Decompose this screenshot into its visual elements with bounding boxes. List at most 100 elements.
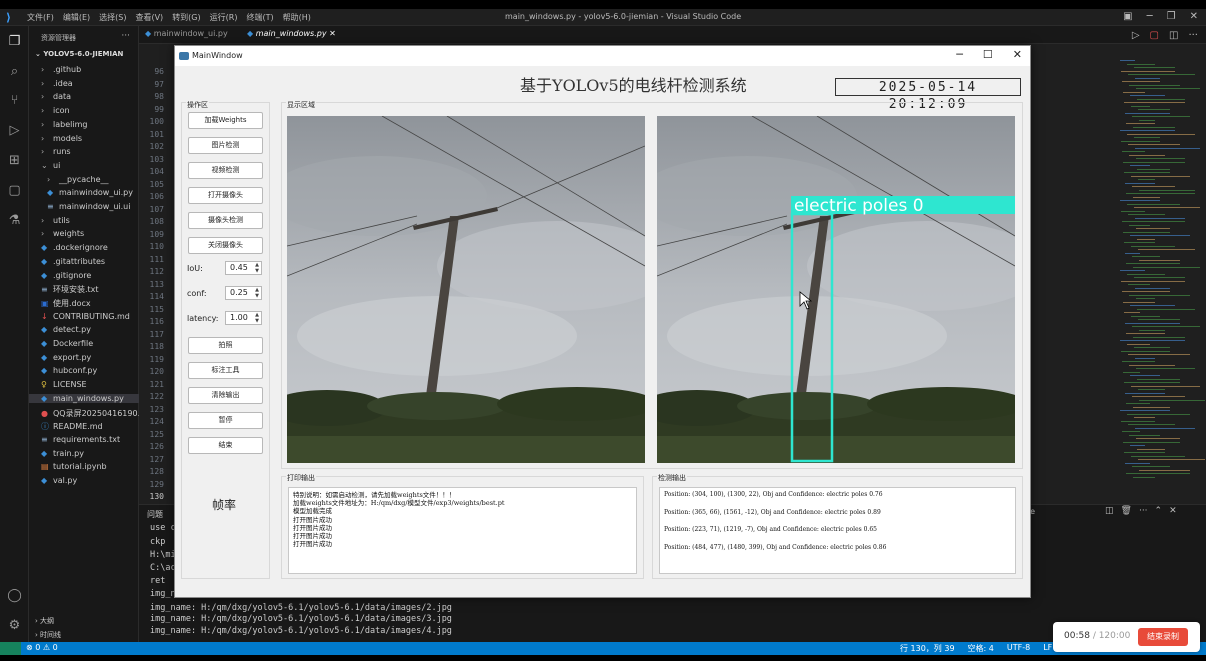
file-tree-item[interactable]: ◆ export.py (41, 353, 91, 362)
conf-spinbox[interactable]: 0.25 ▲ ▼ (225, 286, 262, 300)
detection-output-text[interactable]: Position: (304, 100), (1300, 22), Obj an… (659, 487, 1016, 574)
maximize-icon[interactable]: ☐ (983, 48, 993, 61)
minimize-icon[interactable]: ─ (956, 48, 963, 61)
latency-spinbox[interactable]: 1.00 ▲ ▼ (225, 311, 262, 325)
pause-button[interactable]: 暂停 (188, 412, 263, 429)
menu-item[interactable]: 编辑(E) (63, 12, 90, 23)
file-tree-item[interactable]: › .idea (41, 79, 73, 88)
file-tree-item[interactable]: › labelimg (41, 120, 87, 129)
camera-detect-button[interactable]: 摄像头检测 (188, 212, 263, 229)
file-tree-item[interactable]: ◆ hubconf.py (41, 366, 97, 375)
timeline-section[interactable]: › 时间线 (35, 630, 61, 640)
file-tree-item[interactable]: ▣ 使用.docx (41, 298, 91, 309)
layout-icon[interactable]: ▣ (1123, 11, 1132, 22)
file-tree-item[interactable]: ⓘ README.md (41, 421, 103, 432)
open-camera-button[interactable]: 打开摄像头 (188, 187, 263, 204)
file-tree-item[interactable]: › utils (41, 216, 70, 225)
clear-output-button[interactable]: 清除输出 (188, 387, 263, 404)
photo-button[interactable]: 拍照 (188, 337, 263, 354)
file-tree-item[interactable]: ≡ requirements.txt (41, 435, 120, 444)
menu-item[interactable]: 文件(F) (27, 12, 54, 23)
file-tree-item[interactable]: › __pycache__ (47, 175, 109, 184)
annotation-tool-button[interactable]: 标注工具 (188, 362, 263, 379)
file-tree-item[interactable]: › .github (41, 65, 81, 74)
file-tree-item[interactable]: › models (41, 134, 82, 143)
minimap-line (1123, 441, 1180, 443)
close-icon[interactable]: ✕ (1013, 48, 1022, 61)
status-item[interactable]: 行 130，列 39 (900, 643, 955, 654)
file-tree-item[interactable]: ◆ mainwindow_ui.py (47, 188, 133, 197)
menu-item[interactable]: 运行(R) (210, 12, 238, 23)
settings-gear-icon[interactable]: ⚙ (7, 618, 22, 633)
source-control-icon[interactable]: ⑂ (7, 93, 22, 108)
maximize-icon[interactable]: ❐ (1167, 11, 1176, 22)
file-tree-label: tutorial.ipynb (53, 462, 107, 472)
close-tab-icon[interactable]: ✕ (329, 29, 336, 38)
remote-icon[interactable]: ▢ (7, 183, 22, 198)
iou-spinbox[interactable]: 0.45 ▲ ▼ (225, 261, 262, 275)
chevron-up-icon[interactable]: ⌃ (1155, 506, 1163, 516)
minimize-icon[interactable]: ─ (1147, 11, 1153, 22)
status-item[interactable]: UTF-8 (1007, 643, 1030, 654)
file-tree-item[interactable]: ↓ CONTRIBUTING.md (41, 312, 130, 321)
more-actions-icon[interactable]: ··· (121, 31, 130, 41)
file-tree-item[interactable]: ⌄ ui (41, 161, 60, 170)
file-tree-item[interactable]: ◆ .gitignore (41, 271, 91, 280)
testing-icon[interactable]: ⚗ (7, 213, 22, 228)
file-tree-item[interactable]: ◆ Dockerfile (41, 339, 93, 348)
run-debug-icon[interactable]: ▷ (7, 123, 22, 138)
end-button[interactable]: 结束 (188, 437, 263, 454)
stop-recording-button[interactable]: 结束录制 (1138, 628, 1188, 646)
remote-indicator[interactable] (0, 642, 21, 655)
file-tree-item[interactable]: ◆ detect.py (41, 325, 91, 334)
image-detect-button[interactable]: 图片检测 (188, 137, 263, 154)
file-tree-item[interactable]: ◆ val.py (41, 476, 77, 485)
file-tree-item[interactable]: ◆ train.py (41, 449, 84, 458)
file-tree-item[interactable]: ≡ mainwindow_ui.ui (47, 202, 130, 211)
close-camera-button[interactable]: 关闭摄像头 (188, 237, 263, 254)
file-tree-item[interactable]: ◆ .dockerignore (41, 243, 108, 252)
problems-tab[interactable]: 问题 (147, 509, 163, 520)
split-terminal-icon[interactable]: ◫ (1105, 506, 1114, 516)
print-output-text[interactable]: 特别说明：如需启动检测，请先加载weights文件！！！ 加载weights文件地… (288, 487, 637, 574)
file-tree-item[interactable]: ♀ LICENSE (41, 380, 87, 389)
trash-icon[interactable]: 🗑 (1121, 506, 1132, 516)
more-icon[interactable]: ··· (1139, 506, 1148, 516)
video-detect-button[interactable]: 视频检测 (188, 162, 263, 179)
minimap[interactable] (1120, 60, 1205, 490)
tab-mainwindow-ui[interactable]: ◆ mainwindow_ui.py (145, 29, 228, 38)
more-icon[interactable]: ··· (1188, 30, 1198, 41)
file-tree-label: .dockerignore (53, 243, 108, 253)
search-icon[interactable]: ⌕ (7, 64, 22, 79)
status-item[interactable]: 空格: 4 (968, 643, 994, 654)
file-tree-item[interactable]: ● QQ录屏20250416190... (41, 408, 145, 419)
extensions-icon[interactable]: ⊞ (7, 153, 22, 168)
menu-item[interactable]: 查看(V) (135, 12, 163, 23)
problems-count[interactable]: ⊗ 0 ⚠ 0 (26, 643, 58, 652)
menu-item[interactable]: 选择(S) (99, 12, 126, 23)
file-tree-item[interactable]: ▤ tutorial.ipynb (41, 462, 107, 471)
account-icon[interactable]: ◯ (7, 588, 22, 603)
file-tree-item[interactable]: › runs (41, 147, 71, 156)
run-icon[interactable]: ▷ (1132, 30, 1140, 41)
file-tree-item[interactable]: ◆ main_windows.py (29, 393, 139, 403)
menu-item[interactable]: 帮助(H) (283, 12, 311, 23)
file-tree-item[interactable]: › icon (41, 106, 70, 115)
stop-icon[interactable]: ▢ (1150, 30, 1159, 41)
file-tree-item[interactable]: › weights (41, 229, 84, 238)
file-tree-item[interactable]: ≡ 环境安装.txt (41, 284, 99, 295)
file-tree-item[interactable]: ◆ .gitattributes (41, 257, 105, 266)
tab-main-windows[interactable]: ◆ main_windows.py ✕ (247, 29, 336, 38)
outline-section[interactable]: › 大纲 (35, 616, 54, 626)
status-item[interactable]: LF (1043, 643, 1052, 654)
load-weights-button[interactable]: 加载Weights (188, 112, 263, 129)
minimap-line (1130, 445, 1145, 446)
project-root[interactable]: ⌄ YOLOV5-6.0-JIEMIAN (35, 50, 123, 58)
close-panel-icon[interactable]: ✕ (1169, 506, 1177, 516)
menu-item[interactable]: 终端(T) (246, 12, 273, 23)
close-icon[interactable]: ✕ (1190, 11, 1198, 22)
explorer-icon[interactable]: ❐ (7, 34, 22, 49)
menu-item[interactable]: 转到(G) (172, 12, 200, 23)
file-tree-item[interactable]: › data (41, 92, 71, 101)
split-editor-icon[interactable]: ◫ (1169, 30, 1178, 41)
